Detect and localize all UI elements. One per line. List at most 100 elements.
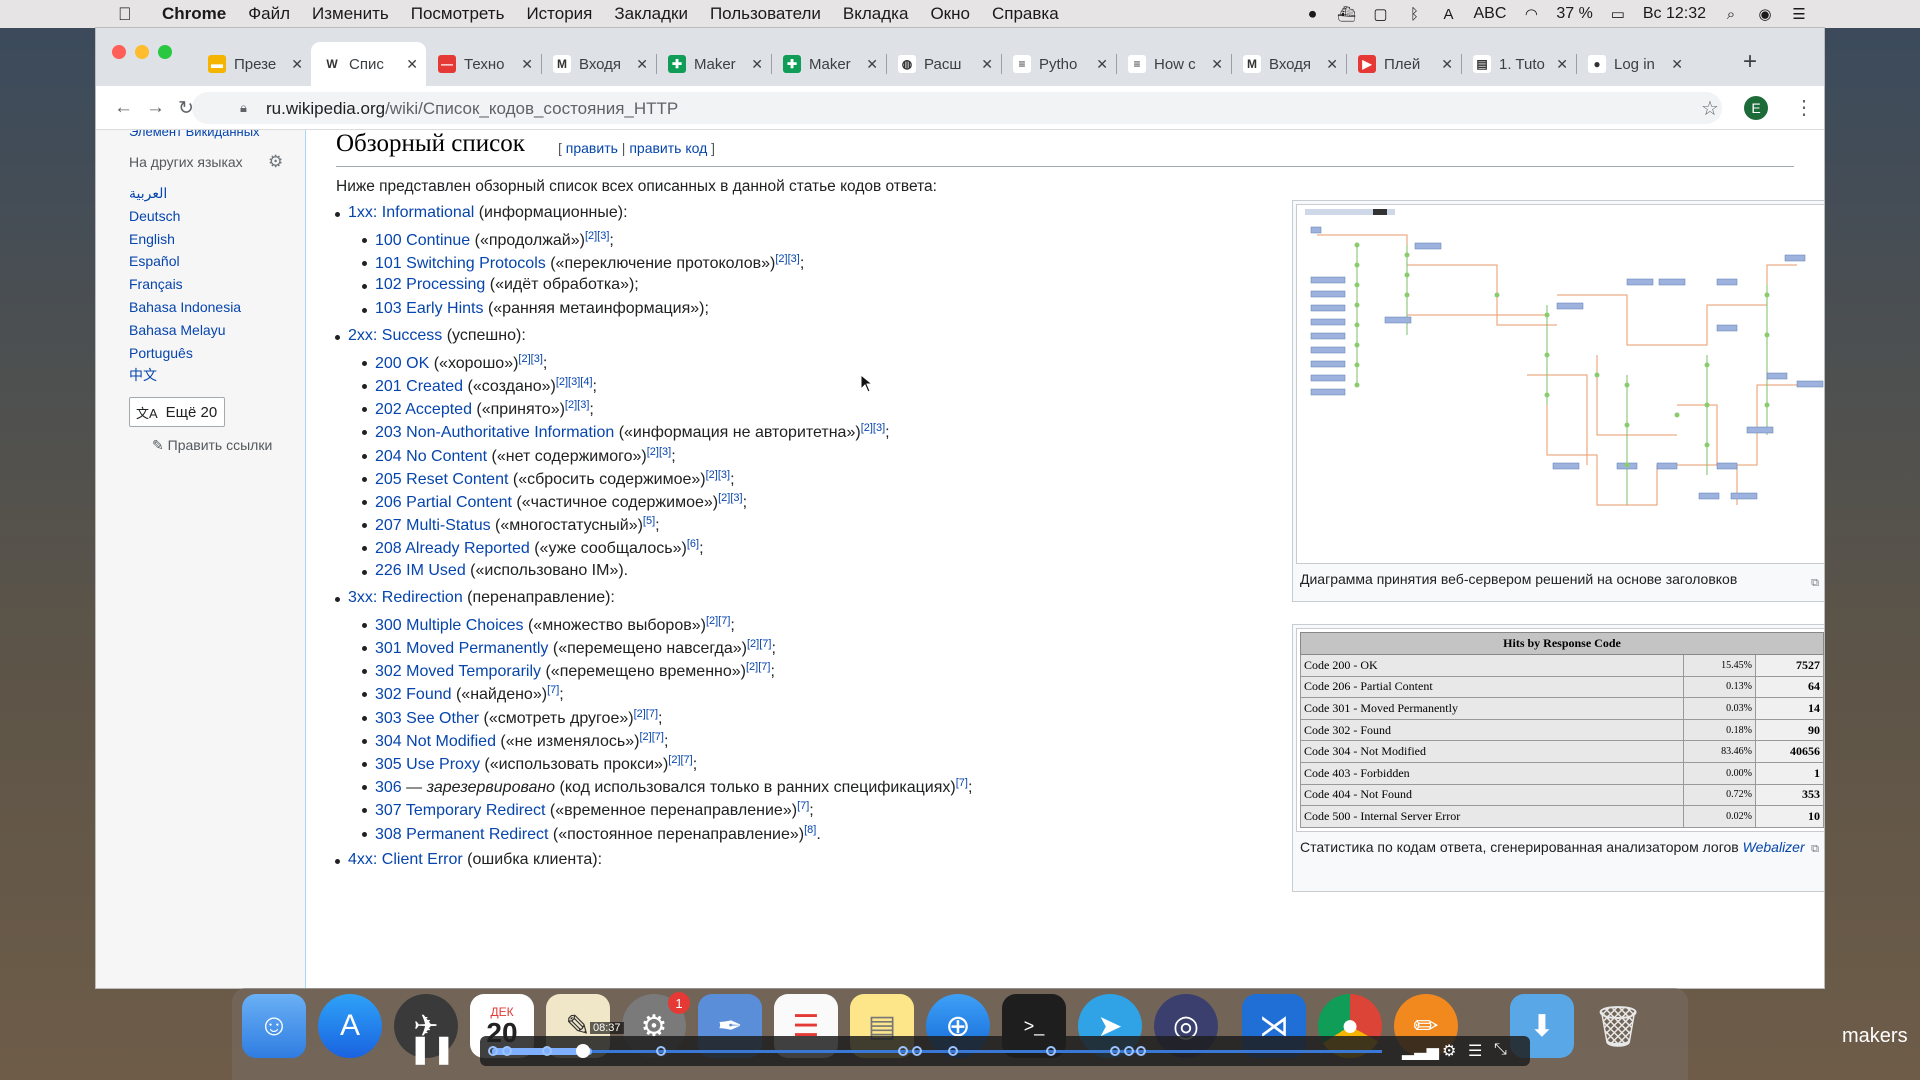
close-icon[interactable]: ✕ [521, 56, 533, 73]
tab-0[interactable]: ▬ Презе ✕ [196, 42, 311, 86]
settings-gear-icon[interactable]: ⚙ [1442, 1041, 1456, 1061]
reference-link[interactable]: [5] [643, 515, 655, 527]
status-code-link[interactable]: 305 Use Proxy [375, 756, 480, 773]
enlarge-icon[interactable]: ⧉ [1811, 577, 1819, 590]
status-code-link[interactable]: 300 Multiple Choices [375, 617, 524, 634]
reference-link[interactable]: [2][3] [718, 492, 742, 504]
window-icon[interactable]: ▢ [1371, 5, 1389, 23]
status-code-link[interactable]: 100 Continue [375, 232, 470, 249]
status-code-link[interactable]: 201 Created [375, 378, 463, 395]
edit-links-link[interactable]: ✎ Править ссылки [152, 437, 272, 454]
status-code-link[interactable]: 102 Processing [375, 276, 485, 293]
close-icon[interactable]: ✕ [751, 56, 763, 73]
status-group-link[interactable]: 2xx: Success [348, 327, 442, 344]
finder-icon[interactable]: ☺ [242, 994, 306, 1058]
status-code-link[interactable]: 304 Not Modified [375, 733, 496, 750]
close-icon[interactable]: ✕ [1096, 56, 1108, 73]
chapter-marker[interactable] [898, 1046, 908, 1056]
status-group-link[interactable]: 1xx: Informational [348, 204, 474, 221]
status-code-link[interactable]: 103 Early Hints [375, 300, 484, 317]
edit-code-link[interactable]: править код [629, 140, 707, 156]
reference-link[interactable]: [2][3] [518, 353, 542, 365]
close-window-button[interactable] [112, 45, 126, 59]
profile-avatar[interactable]: E [1744, 96, 1768, 120]
close-icon[interactable]: ✕ [291, 56, 303, 73]
keyboard-layout-icon[interactable]: A [1439, 5, 1457, 23]
decision-diagram-image[interactable] [1296, 204, 1824, 564]
reference-link[interactable]: [2][7] [706, 615, 730, 627]
close-icon[interactable]: ✕ [866, 56, 878, 73]
menu-tab[interactable]: Вкладка [843, 4, 909, 24]
enlarge-icon[interactable]: ⧉ [1811, 843, 1819, 856]
keyboard-layout-label[interactable]: ABC [1473, 5, 1506, 23]
more-languages-button[interactable]: 文A Ещё 20 [129, 397, 225, 427]
wifi-icon[interactable]: ◠ [1522, 5, 1540, 23]
status-code-link[interactable]: 101 Switching Protocols [375, 255, 546, 272]
close-icon[interactable]: ✕ [1211, 56, 1223, 73]
spotlight-search-icon[interactable]: ⌕ [1722, 5, 1740, 23]
exit-fullscreen-icon[interactable]: ⤡ [1494, 1041, 1507, 1059]
reference-link[interactable]: [2][3] [647, 446, 671, 458]
gear-icon[interactable]: ⚙ [268, 152, 283, 172]
video-timeline[interactable] [492, 1050, 1382, 1053]
tab-2[interactable]: — Техно ✕ [426, 42, 541, 86]
reference-link[interactable]: [6] [687, 538, 699, 550]
reference-link[interactable]: [7] [547, 684, 559, 696]
status-code-link[interactable]: 302 Found [375, 686, 452, 703]
chapter-marker[interactable] [542, 1046, 552, 1056]
reference-link[interactable]: [2][3] [706, 469, 730, 481]
reference-link[interactable]: [2][3] [861, 422, 885, 434]
tab-5[interactable]: ✚ Maker ✕ [771, 42, 886, 86]
forward-arrow-icon[interactable]: → [146, 97, 165, 119]
minimize-window-button[interactable] [135, 45, 149, 59]
language-link[interactable]: Bahasa Indonesia [129, 296, 241, 319]
record-icon[interactable]: ⏺ [1303, 5, 1321, 23]
docker-icon[interactable]: ⛴ [1337, 5, 1356, 23]
close-icon[interactable]: ✕ [1556, 56, 1568, 73]
menu-bookmarks[interactable]: Закладки [614, 4, 688, 24]
chapter-marker[interactable] [1046, 1046, 1056, 1056]
close-icon[interactable]: ✕ [1326, 56, 1338, 73]
status-code-link[interactable]: 226 IM Used [375, 562, 466, 579]
status-code-link[interactable]: 303 See Other [375, 710, 479, 727]
language-link[interactable]: English [129, 228, 241, 251]
tab-8[interactable]: ≡ How c ✕ [1116, 42, 1231, 86]
new-tab-button[interactable]: + [1743, 48, 1757, 76]
language-link[interactable]: Français [129, 273, 241, 296]
status-code-link[interactable]: 204 No Content [375, 448, 487, 465]
volume-bars-icon[interactable]: ▂▃▅ [1402, 1041, 1439, 1061]
chapter-marker[interactable] [1110, 1046, 1120, 1056]
reference-link[interactable]: [2][3] [775, 253, 799, 265]
notification-center-icon[interactable]: ☰ [1790, 5, 1808, 23]
chapter-marker[interactable] [1124, 1046, 1134, 1056]
bookmark-star-icon[interactable]: ☆ [1701, 96, 1719, 121]
menu-app-name[interactable]: Chrome [162, 4, 226, 24]
reference-link[interactable]: [2][7] [746, 661, 770, 673]
video-scrubber-handle[interactable] [576, 1044, 590, 1058]
close-icon[interactable]: ✕ [406, 56, 418, 73]
close-icon[interactable]: ✕ [981, 56, 993, 73]
status-code-link[interactable]: 206 Partial Content [375, 494, 512, 511]
edit-link[interactable]: править [566, 140, 618, 156]
app-store-icon[interactable]: A [318, 994, 382, 1058]
menu-help[interactable]: Справка [992, 4, 1059, 24]
playlist-icon[interactable]: ☰ [1468, 1041, 1482, 1061]
menu-file[interactable]: Файл [248, 4, 290, 24]
bluetooth-icon[interactable]: ᛒ [1405, 5, 1423, 23]
lock-icon[interactable]: 🔒︎ [240, 100, 247, 116]
close-icon[interactable]: ✕ [1671, 56, 1683, 73]
back-arrow-icon[interactable]: ← [114, 97, 133, 119]
chapter-marker[interactable] [656, 1046, 666, 1056]
chapter-marker[interactable] [502, 1046, 512, 1056]
chapter-marker[interactable] [1136, 1046, 1146, 1056]
reference-link[interactable]: [7] [956, 777, 968, 789]
status-group-link[interactable]: 4xx: Client Error [348, 851, 463, 868]
menu-edit[interactable]: Изменить [312, 4, 389, 24]
status-code-link[interactable]: 202 Accepted [375, 401, 472, 418]
menu-view[interactable]: Посмотреть [411, 4, 505, 24]
trash-icon[interactable]: 🗑︎ [1586, 994, 1650, 1058]
reference-link[interactable]: [2][7] [747, 638, 771, 650]
webalizer-link[interactable]: Webalizer [1743, 839, 1805, 855]
language-link[interactable]: Deutsch [129, 205, 241, 228]
status-code-link[interactable]: 203 Non-Authoritative Information [375, 424, 614, 441]
